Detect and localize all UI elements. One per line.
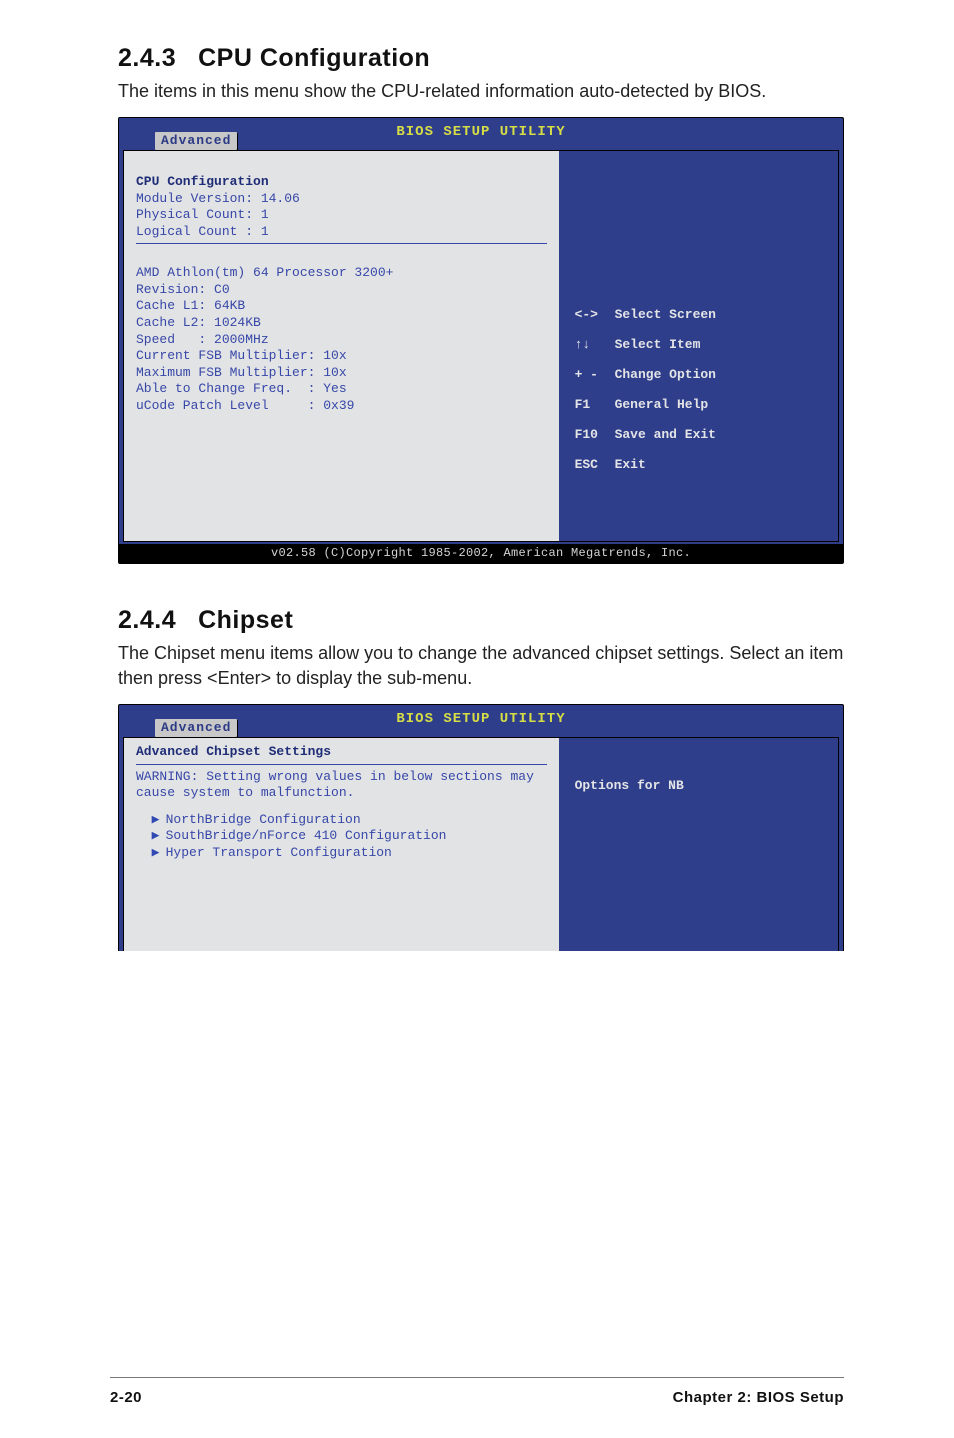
help-key-item: ↑↓ <box>575 337 615 352</box>
heading-number-2: 2.4.4 <box>118 606 176 635</box>
revision: Revision: C0 <box>136 282 230 297</box>
bios2-left-pane: Advanced Chipset Settings WARNING: Setti… <box>123 737 559 976</box>
bios-copyright: v02.58 (C)Copyright 1985-2002, American … <box>119 544 843 563</box>
heading-title: CPU Configuration <box>198 44 430 72</box>
cpu-heading: CPU Configuration <box>136 174 269 189</box>
torn-edge <box>118 951 844 979</box>
help-key-screen: <-> <box>575 307 615 322</box>
cache-l2: Cache L2: 1024KB <box>136 315 261 330</box>
heading-chipset: 2.4.4 Chipset <box>118 606 844 635</box>
cpu-name: AMD Athlon(tm) 64 Processor 3200+ <box>136 265 393 280</box>
bios-screenshot-chipset: BIOS SETUP UTILITY Advanced Advanced Chi… <box>118 704 844 979</box>
menu-label-southbridge: SouthBridge/nForce 410 Configuration <box>166 828 447 843</box>
page-footer: 2-20 Chapter 2: BIOS Setup <box>110 1389 844 1406</box>
triangle-right-icon: ▶ <box>152 812 166 829</box>
help-label-change: Change Option <box>615 367 716 382</box>
help-key-save: F10 <box>575 427 615 442</box>
bios-title: BIOS SETUP UTILITY <box>396 124 565 140</box>
current-mult: Current FSB Multiplier: 10x <box>136 348 347 363</box>
chipset-warning-line2: cause system to malfunction. <box>136 785 547 802</box>
help-label-screen: Select Screen <box>615 307 716 322</box>
help-label-exit: Exit <box>615 457 646 472</box>
intro-cpu-config: The items in this menu show the CPU-rela… <box>118 79 844 103</box>
speed: Speed : 2000MHz <box>136 332 269 347</box>
bios-left-pane: CPU Configuration Module Version: 14.06 … <box>123 150 559 542</box>
bios2-right-pane: Options for NB <box>559 737 839 976</box>
page-number: 2-20 <box>110 1389 142 1406</box>
footer-rule <box>110 1377 844 1378</box>
bios2-title: BIOS SETUP UTILITY <box>396 711 565 727</box>
bios2-divider <box>136 764 547 765</box>
help-label-item: Select Item <box>615 337 701 352</box>
triangle-right-icon: ▶ <box>152 845 166 862</box>
menu-label-northbridge: NorthBridge Configuration <box>166 812 361 827</box>
cache-l1: Cache L1: 64KB <box>136 298 245 313</box>
chipset-heading: Advanced Chipset Settings <box>136 744 547 761</box>
bios-help-pane: <->Select Screen ↑↓Select Item + -Change… <box>559 150 839 542</box>
help-key-exit: ESC <box>575 457 615 472</box>
triangle-right-icon: ▶ <box>152 828 166 845</box>
intro-chipset: The Chipset menu items allow you to chan… <box>118 641 844 690</box>
chipset-warning-line1: WARNING: Setting wrong values in below s… <box>136 769 547 786</box>
menu-item-hypertransport[interactable]: ▶Hyper Transport Configuration <box>136 845 547 862</box>
heading-title-2: Chipset <box>198 606 293 634</box>
menu-item-northbridge[interactable]: ▶NorthBridge Configuration <box>136 812 547 829</box>
bios2-tab-advanced: Advanced <box>155 719 237 737</box>
help-label-save: Save and Exit <box>615 427 716 442</box>
module-version: Module Version: 14.06 <box>136 191 300 206</box>
max-mult: Maximum FSB Multiplier: 10x <box>136 365 347 380</box>
bios-titlebar: BIOS SETUP UTILITY Advanced <box>119 118 843 146</box>
chapter-label: Chapter 2: BIOS Setup <box>673 1389 844 1406</box>
menu-item-southbridge[interactable]: ▶SouthBridge/nForce 410 Configuration <box>136 828 547 845</box>
help-key-change: + - <box>575 367 615 382</box>
chipset-right-title: Options for NB <box>575 776 828 795</box>
menu-label-hypertransport: Hyper Transport Configuration <box>166 845 392 860</box>
help-label-general: General Help <box>615 397 709 412</box>
bios-tab-advanced: Advanced <box>155 132 237 150</box>
bios-screenshot-cpu: BIOS SETUP UTILITY Advanced CPU Configur… <box>118 117 844 564</box>
bios-divider <box>136 243 547 244</box>
physical-count: Physical Count: 1 <box>136 207 269 222</box>
able-change: Able to Change Freq. : Yes <box>136 381 347 396</box>
help-key-general: F1 <box>575 397 615 412</box>
heading-number: 2.4.3 <box>118 44 176 73</box>
ucode: uCode Patch Level : 0x39 <box>136 398 354 413</box>
logical-count: Logical Count : 1 <box>136 224 269 239</box>
heading-cpu-config: 2.4.3 CPU Configuration <box>118 44 844 73</box>
bios2-titlebar: BIOS SETUP UTILITY Advanced <box>119 705 843 733</box>
